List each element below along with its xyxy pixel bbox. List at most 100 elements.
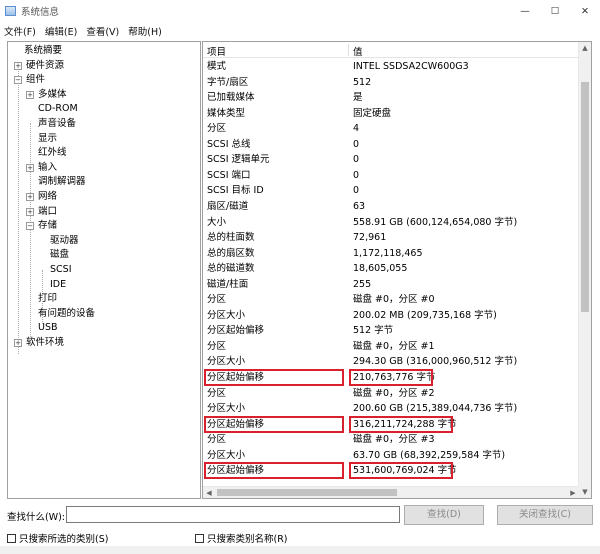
tree-item[interactable]: + 软件环境 [14, 336, 64, 350]
table-row[interactable]: 媒体类型 固定硬盘 [203, 106, 579, 122]
expand-icon[interactable]: + [26, 90, 34, 99]
expand-icon[interactable]: + [26, 193, 34, 201]
tree-item[interactable]: 声音设备 [38, 117, 76, 131]
tree-item-label: 声音设备 [38, 118, 77, 129]
row-item: 分区大小 [207, 449, 246, 461]
expand-icon[interactable]: + [26, 163, 34, 172]
table-row[interactable]: 字节/扇区 512 [203, 75, 579, 91]
table-row[interactable]: 分区 磁盘 #0，分区 #3 [203, 432, 579, 448]
row-value: 4 [353, 123, 360, 135]
table-row[interactable]: SCSI 端口 0 [203, 168, 579, 184]
tree-item[interactable]: + 网络 [26, 190, 57, 204]
tree-item[interactable]: 显示 [38, 132, 57, 146]
table-row[interactable]: 分区大小 63.70 GB (68,392,259,584 字节) [203, 448, 579, 464]
vertical-scrollbar[interactable]: ▲ ▼ [578, 42, 591, 498]
close-find-button[interactable]: 关闭查找(C) [497, 505, 593, 525]
menu-view[interactable]: 查看(V) [86, 24, 119, 38]
find-input[interactable] [66, 506, 400, 523]
search-names-option[interactable]: 只搜索类别名称(R) [195, 531, 288, 545]
row-value: 200.02 MB (209,735,168 字节) [353, 309, 497, 321]
tree-item[interactable]: + 多媒体 [26, 88, 67, 102]
column-header-value[interactable]: 值 [353, 44, 363, 58]
tree-item[interactable]: 红外线 [38, 146, 67, 160]
row-value: 255 [353, 278, 372, 290]
tree-guide-line [18, 64, 19, 354]
tree-item[interactable]: 打印 [38, 292, 57, 306]
table-row[interactable]: 扇区/磁道 63 [203, 199, 579, 215]
highlight-box [349, 369, 433, 386]
menu-file[interactable]: 文件(F) [4, 24, 36, 38]
category-tree[interactable]: 系统摘要 + 硬件资源 − 组件 + 多媒体 CD-ROM 声音设备 显示 红外线 + 输入 调制解调器 +… [7, 41, 201, 499]
tree-item-label: 组件 [26, 74, 46, 86]
table-row[interactable]: SCSI 逻辑单元 0 [203, 152, 579, 168]
tree-item-label: 多媒体 [38, 88, 67, 100]
row-item: 分区大小 [207, 403, 246, 415]
scroll-up-icon[interactable]: ▲ [579, 42, 591, 54]
tree-item[interactable]: + 输入 [26, 161, 57, 175]
row-value: 固定硬盘 [353, 107, 392, 119]
table-row[interactable]: 分区大小 200.02 MB (209,735,168 字节) [203, 308, 579, 324]
tree-item-label: 有问题的设备 [38, 307, 96, 319]
minimize-button[interactable]: — [510, 0, 540, 22]
tree-item[interactable]: 调制解调器 [38, 175, 86, 189]
tree-item-label: 端口 [38, 205, 58, 217]
table-row[interactable]: SCSI 目标 ID 0 [203, 183, 579, 199]
horizontal-scroll-thumb[interactable] [217, 489, 397, 496]
table-row[interactable]: 分区 磁盘 #0，分区 #0 [203, 292, 579, 308]
close-button[interactable]: ✕ [570, 0, 600, 22]
vertical-scroll-thumb[interactable] [581, 82, 589, 312]
search-names-checkbox[interactable] [195, 533, 204, 543]
tree-item-label: 磁盘 [50, 249, 70, 261]
table-row[interactable]: 分区 磁盘 #0，分区 #2 [203, 386, 579, 402]
tree-item[interactable]: + 硬件资源 [14, 59, 64, 73]
tree-item[interactable]: + 端口 [26, 205, 57, 219]
tree-item[interactable]: − 存储 [26, 219, 57, 233]
tree-item[interactable]: 有问题的设备 [38, 307, 95, 321]
search-selected-checkbox[interactable] [7, 533, 16, 543]
tree-item[interactable]: CD-ROM [38, 102, 78, 116]
tree-item[interactable]: IDE [50, 278, 66, 292]
expand-icon[interactable]: + [14, 339, 22, 347]
system-info-icon [5, 6, 16, 16]
scroll-right-icon[interactable]: ▶ [567, 487, 579, 498]
row-item: 分区大小 [207, 356, 246, 368]
scroll-down-icon[interactable]: ▼ [579, 486, 591, 498]
tree-item[interactable]: 磁盘 [50, 248, 69, 262]
table-row[interactable]: SCSI 总线 0 [203, 137, 579, 153]
table-row[interactable]: 大小 558.91 GB (600,124,654,080 字节) [203, 215, 579, 231]
menu-edit[interactable]: 编辑(E) [45, 24, 77, 38]
table-row[interactable]: 总的磁道数 18,605,055 [203, 261, 579, 277]
table-row[interactable]: 总的扇区数 1,172,118,465 [203, 246, 579, 262]
table-row[interactable]: 总的柱面数 72,961 [203, 230, 579, 246]
table-row[interactable]: 分区起始偏移 512 字节 [203, 323, 579, 339]
maximize-button[interactable]: ☐ [540, 0, 570, 22]
find-button[interactable]: 查找(D) [404, 505, 484, 525]
column-separator[interactable] [348, 44, 349, 56]
menu-help[interactable]: 帮助(H) [128, 24, 162, 38]
collapse-icon[interactable]: − [14, 76, 22, 85]
table-row[interactable]: 已加载媒体 是 [203, 90, 579, 106]
tree-item[interactable]: − 组件 [14, 73, 45, 87]
tree-item[interactable]: USB [38, 321, 58, 335]
tree-item[interactable]: 驱动器 [50, 234, 79, 248]
row-item: 扇区/磁道 [207, 200, 249, 212]
row-item: 分区 [207, 387, 227, 399]
search-selected-option[interactable]: 只搜索所选的类别(S) [7, 531, 108, 545]
tree-item[interactable]: 系统摘要 [24, 44, 62, 58]
horizontal-scrollbar[interactable]: ◀ ▶ [203, 486, 579, 498]
table-row[interactable]: 分区大小 294.30 GB (316,000,960,512 字节) [203, 354, 579, 370]
column-header-item[interactable]: 项目 [207, 44, 226, 58]
expand-icon[interactable]: + [26, 207, 34, 216]
row-value: 558.91 GB (600,124,654,080 字节) [353, 216, 518, 228]
expand-icon[interactable]: + [14, 61, 22, 70]
tree-item[interactable]: SCSI [50, 263, 72, 277]
table-row[interactable]: 磁道/柱面 255 [203, 277, 579, 293]
table-row[interactable]: 分区 磁盘 #0，分区 #1 [203, 339, 579, 355]
collapse-icon[interactable]: − [26, 222, 34, 231]
table-row[interactable]: 分区大小 200.60 GB (215,389,044,736 字节) [203, 401, 579, 417]
table-row[interactable]: 模式 INTEL SSDSA2CW600G3 [203, 59, 579, 75]
search-options: 只搜索所选的类别(S) 只搜索类别名称(R) [0, 530, 600, 546]
table-row[interactable]: 分区 4 [203, 121, 579, 137]
row-item: 分区起始偏移 [207, 325, 265, 337]
scroll-left-icon[interactable]: ◀ [203, 487, 215, 498]
